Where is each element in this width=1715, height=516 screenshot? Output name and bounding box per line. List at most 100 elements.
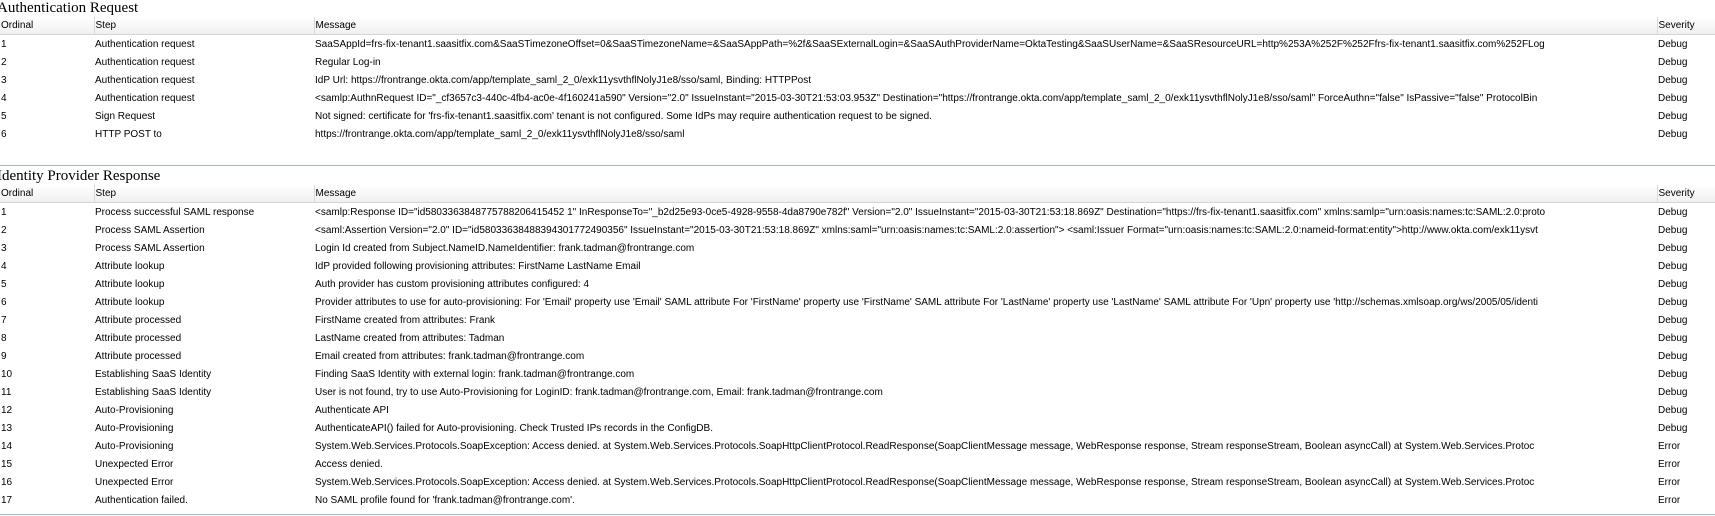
row-message: FirstName created from attributes: Frank (315, 314, 496, 326)
table-row[interactable]: 4 Authentication request <samlp:AuthnReque… (0, 89, 1715, 107)
table-row[interactable]: 6 HTTP POST to https://frontrange.okta.com… (0, 125, 1715, 143)
row-severity: Error (1658, 458, 1681, 470)
column-header-message[interactable]: Message (314, 185, 1658, 203)
row-step: Establishing SaaS Identity (95, 368, 212, 380)
section-identity-provider-response: Identity Provider Response Ordinal Step … (0, 168, 1715, 509)
row-ordinal: 15 (1, 458, 13, 470)
section-divider (0, 165, 1715, 166)
row-step: Sign Request (95, 110, 156, 122)
row-severity: Debug (1658, 92, 1688, 104)
row-step: Authentication request (95, 92, 195, 104)
table-header-row: Ordinal Step Message Severity (0, 17, 1715, 35)
row-step: Attribute lookup (95, 260, 165, 272)
row-message: AuthenticateAPI() failed for Auto-provis… (315, 422, 713, 434)
row-step: Authentication failed. (95, 494, 188, 506)
row-severity: Debug (1658, 242, 1688, 254)
log-table: Ordinal Step Message Severity 1 Process s… (0, 185, 1715, 509)
row-message: <samlp:Response ID="id580336384877578820… (315, 206, 1546, 218)
row-message: SaaSAppId=frs-fix-tenant1.saasitfix.com&… (315, 38, 1545, 50)
row-ordinal: 14 (1, 440, 13, 452)
row-ordinal: 9 (1, 350, 7, 362)
row-step: Attribute processed (95, 332, 182, 344)
table-row[interactable]: 11 Establishing SaaS Identity User is not … (0, 383, 1715, 401)
table-row[interactable]: 3 Process SAML Assertion Login Id created … (0, 239, 1715, 257)
column-header-step[interactable]: Step (94, 17, 315, 35)
row-ordinal: 7 (1, 314, 7, 326)
table-row[interactable]: 8 Attribute processed LastName created fro… (0, 329, 1715, 347)
row-message: System.Web.Services.Protocols.SoapExcept… (315, 476, 1535, 488)
row-message: No SAML profile found for 'frank.tadman@… (315, 494, 575, 506)
column-header-severity[interactable]: Severity (1657, 17, 1715, 35)
row-step: Process successful SAML response (95, 206, 255, 218)
row-severity: Debug (1658, 206, 1688, 218)
row-step: Attribute processed (95, 350, 182, 362)
table-row[interactable]: 3 Authentication request IdP Url: https://… (0, 71, 1715, 89)
row-step: Auto-Provisioning (95, 404, 174, 416)
row-message: Not signed: certificate for 'frs-fix-ten… (315, 110, 932, 122)
row-ordinal: 1 (1, 206, 7, 218)
table-row[interactable]: 2 Process SAML Assertion <saml:Assertion V… (0, 221, 1715, 239)
row-ordinal: 8 (1, 332, 7, 344)
row-step: Authentication request (95, 38, 195, 50)
row-ordinal: 2 (1, 224, 7, 236)
section-divider (0, 514, 1715, 515)
row-step: Authentication request (95, 56, 195, 68)
section-title: Identity Provider Response (0, 168, 161, 184)
row-message: Email created from attributes: frank.tad… (315, 350, 585, 362)
row-ordinal: 5 (1, 278, 7, 290)
row-severity: Debug (1658, 110, 1688, 122)
table-row[interactable]: 4 Attribute lookup IdP provided following … (0, 257, 1715, 275)
table-row[interactable]: 5 Attribute lookup Auth provider has custo… (0, 275, 1715, 293)
row-ordinal: 10 (1, 368, 13, 380)
row-message: Provider attributes to use for auto-prov… (315, 296, 1539, 308)
row-ordinal: 4 (1, 260, 7, 272)
column-header-step[interactable]: Step (94, 185, 315, 203)
log-table: Ordinal Step Message Severity 1 Authentic… (0, 17, 1715, 143)
row-message: <saml:Assertion Version="2.0" ID="id5803… (315, 224, 1538, 236)
row-ordinal: 3 (1, 74, 7, 86)
row-severity: Debug (1658, 314, 1688, 326)
row-ordinal: 6 (1, 128, 7, 140)
table-row[interactable]: 10 Establishing SaaS Identity Finding SaaS… (0, 365, 1715, 383)
row-ordinal: 13 (1, 422, 13, 434)
table-row[interactable]: 6 Attribute lookup Provider attributes to … (0, 293, 1715, 311)
row-ordinal: 5 (1, 110, 7, 122)
row-severity: Debug (1658, 422, 1688, 434)
row-message: https://frontrange.okta.com/app/template… (315, 128, 685, 140)
table-row[interactable]: 1 Process successful SAML response <samlp:… (0, 203, 1715, 222)
table-row[interactable]: 9 Attribute processed Email created from a… (0, 347, 1715, 365)
table-row[interactable]: 17 Authentication failed. No SAML profile … (0, 491, 1715, 509)
row-step: Authentication request (95, 74, 195, 86)
row-severity: Error (1658, 494, 1681, 506)
column-header-ordinal[interactable]: Ordinal (0, 185, 95, 203)
row-severity: Error (1658, 476, 1681, 488)
row-severity: Debug (1658, 38, 1688, 50)
column-header-ordinal[interactable]: Ordinal (0, 17, 95, 35)
row-message: Regular Log-in (315, 56, 381, 68)
row-severity: Debug (1658, 74, 1688, 86)
row-message: User is not found, try to use Auto-Provi… (315, 386, 883, 398)
table-row[interactable]: 7 Attribute processed FirstName created fr… (0, 311, 1715, 329)
table-row[interactable]: 15 Unexpected Error Access denied. Error (0, 455, 1715, 473)
row-severity: Debug (1658, 296, 1688, 308)
row-severity: Debug (1658, 386, 1688, 398)
column-header-severity[interactable]: Severity (1657, 185, 1715, 203)
table-row[interactable]: 1 Authentication request SaaSAppId=frs-fix… (0, 35, 1715, 54)
table-row[interactable]: 16 Unexpected Error System.Web.Services.Pr… (0, 473, 1715, 491)
table-row[interactable]: 2 Authentication request Regular Log-in Deb… (0, 53, 1715, 71)
table-row[interactable]: 5 Sign Request Not signed: certificate for… (0, 107, 1715, 125)
row-ordinal: 6 (1, 296, 7, 308)
row-step: Auto-Provisioning (95, 422, 174, 434)
row-message: Authenticate API (315, 404, 389, 416)
row-ordinal: 3 (1, 242, 7, 254)
row-step: Attribute lookup (95, 296, 165, 308)
row-message: <samlp:AuthnRequest ID="_cf3657c3-440c-4… (315, 92, 1538, 104)
table-row[interactable]: 13 Auto-Provisioning AuthenticateAPI() fai… (0, 419, 1715, 437)
column-header-message[interactable]: Message (314, 17, 1658, 35)
row-message: Access denied. (315, 458, 383, 470)
table-row[interactable]: 14 Auto-Provisioning System.Web.Services.P… (0, 437, 1715, 455)
row-ordinal: 17 (1, 494, 13, 506)
row-message: Login Id created from Subject.NameID.Nam… (315, 242, 695, 254)
table-row[interactable]: 12 Auto-Provisioning Authenticate API Debug (0, 401, 1715, 419)
row-message: System.Web.Services.Protocols.SoapExcept… (315, 440, 1535, 452)
